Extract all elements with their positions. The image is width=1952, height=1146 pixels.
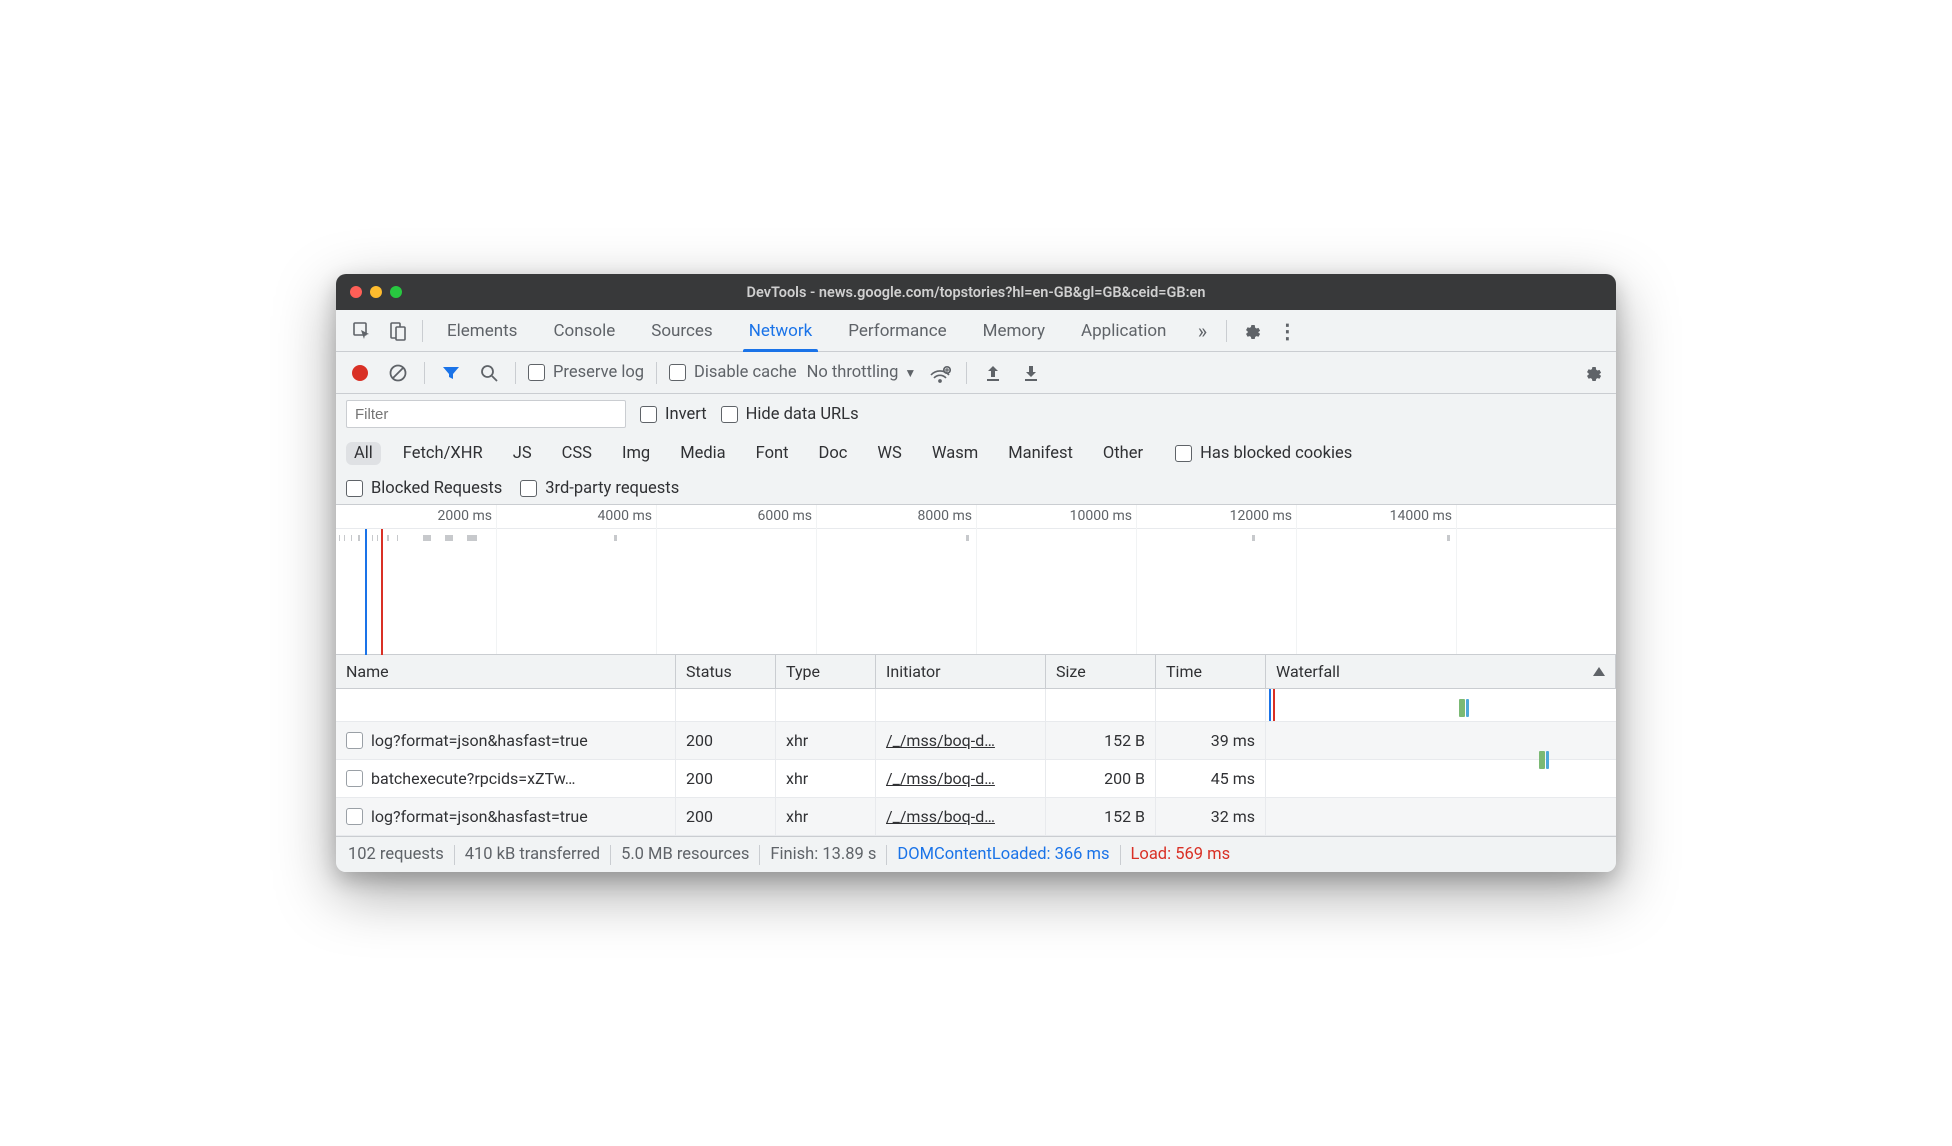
type-all[interactable]: All [346, 442, 381, 465]
clear-icon[interactable] [384, 359, 412, 387]
request-table: log?format=json&hasfast=true 200 xhr /_/… [336, 689, 1616, 836]
filter-icon[interactable] [437, 359, 465, 387]
type-wasm[interactable]: Wasm [924, 442, 986, 465]
table-row[interactable]: log?format=json&hasfast=true 200 xhr /_/… [336, 722, 1616, 760]
table-header: Name Status Type Initiator Size Time Wat… [336, 655, 1616, 689]
titlebar: DevTools - news.google.com/topstories?hl… [336, 274, 1616, 310]
column-name[interactable]: Name [336, 655, 676, 688]
download-har-icon[interactable] [1017, 359, 1045, 387]
network-toolbar: Preserve log Disable cache No throttling… [336, 352, 1616, 394]
throttling-select[interactable]: No throttling ▼ [807, 363, 917, 382]
preserve-log-checkbox[interactable]: Preserve log [528, 363, 644, 382]
type-media[interactable]: Media [672, 442, 733, 465]
column-waterfall[interactable]: Waterfall [1266, 655, 1616, 688]
stat-domcontentloaded: DOMContentLoaded: 366 ms [897, 845, 1109, 864]
invert-checkbox[interactable]: Invert [640, 405, 707, 424]
tab-performance[interactable]: Performance [832, 310, 962, 352]
table-row[interactable]: batchexecute?rpcids=xZTw… 200 xhr /_/mss… [336, 760, 1616, 798]
row-checkbox[interactable] [346, 808, 363, 825]
upload-har-icon[interactable] [979, 359, 1007, 387]
minimize-window-button[interactable] [370, 286, 382, 298]
stat-finish: Finish: 13.89 s [770, 845, 876, 864]
column-initiator[interactable]: Initiator [876, 655, 1046, 688]
more-tabs-icon[interactable]: » [1186, 315, 1218, 347]
inspect-element-icon[interactable] [346, 315, 378, 347]
device-toolbar-icon[interactable] [382, 315, 414, 347]
devtools-window: DevTools - news.google.com/topstories?hl… [336, 274, 1616, 872]
network-conditions-icon[interactable] [926, 359, 954, 387]
timeline-ruler: 2000 ms 4000 ms 6000 ms 8000 ms 10000 ms… [336, 505, 1616, 529]
initiator-link[interactable]: /_/mss/boq-d… [876, 722, 1046, 759]
type-filters: All Fetch/XHR JS CSS Img Media Font Doc … [346, 442, 1606, 465]
stat-requests: 102 requests [348, 845, 444, 864]
type-js[interactable]: JS [505, 442, 540, 465]
tab-network[interactable]: Network [733, 310, 829, 352]
kebab-menu-icon[interactable]: ⋮ [1271, 315, 1303, 347]
network-settings-gear-icon[interactable] [1578, 359, 1606, 387]
initiator-link[interactable]: /_/mss/boq-d… [876, 760, 1046, 797]
stat-load: Load: 569 ms [1131, 845, 1231, 864]
type-ws[interactable]: WS [869, 442, 909, 465]
tab-memory[interactable]: Memory [967, 310, 1061, 352]
column-time[interactable]: Time [1156, 655, 1266, 688]
type-fetch-xhr[interactable]: Fetch/XHR [395, 442, 491, 465]
type-manifest[interactable]: Manifest [1000, 442, 1081, 465]
disable-cache-checkbox[interactable]: Disable cache [669, 363, 797, 382]
row-checkbox[interactable] [346, 732, 363, 749]
main-tabs: Elements Console Sources Network Perform… [336, 310, 1616, 352]
has-blocked-cookies-checkbox[interactable]: Has blocked cookies [1175, 444, 1352, 463]
third-party-checkbox[interactable]: 3rd-party requests [520, 479, 679, 498]
column-size[interactable]: Size [1046, 655, 1156, 688]
hide-data-urls-checkbox[interactable]: Hide data URLs [721, 405, 859, 424]
initiator-link[interactable]: /_/mss/boq-d… [876, 798, 1046, 835]
window-title: DevTools - news.google.com/topstories?hl… [336, 284, 1616, 301]
type-doc[interactable]: Doc [811, 442, 856, 465]
chevron-down-icon: ▼ [904, 366, 916, 380]
type-other[interactable]: Other [1095, 442, 1151, 465]
table-row [336, 689, 1616, 722]
blocked-requests-checkbox[interactable]: Blocked Requests [346, 479, 502, 498]
zoom-window-button[interactable] [390, 286, 402, 298]
table-row[interactable]: log?format=json&hasfast=true 200 xhr /_/… [336, 798, 1616, 836]
type-font[interactable]: Font [748, 442, 797, 465]
timeline-activity [336, 529, 1616, 655]
column-type[interactable]: Type [776, 655, 876, 688]
timeline-overview[interactable]: 2000 ms 4000 ms 6000 ms 8000 ms 10000 ms… [336, 505, 1616, 655]
filter-input[interactable] [346, 400, 626, 428]
filter-bar: Invert Hide data URLs All Fetch/XHR JS C… [336, 394, 1616, 505]
settings-gear-icon[interactable] [1235, 315, 1267, 347]
tab-console[interactable]: Console [537, 310, 631, 352]
record-button[interactable] [346, 359, 374, 387]
status-bar: 102 requests 410 kB transferred 5.0 MB r… [336, 836, 1616, 872]
close-window-button[interactable] [350, 286, 362, 298]
tab-sources[interactable]: Sources [635, 310, 728, 352]
column-status[interactable]: Status [676, 655, 776, 688]
type-img[interactable]: Img [614, 442, 658, 465]
row-checkbox[interactable] [346, 770, 363, 787]
sort-ascending-icon [1593, 667, 1605, 676]
stat-resources: 5.0 MB resources [621, 845, 749, 864]
waterfall-cell [1266, 689, 1616, 721]
stat-transferred: 410 kB transferred [465, 845, 600, 864]
tab-elements[interactable]: Elements [431, 310, 533, 352]
search-icon[interactable] [475, 359, 503, 387]
tab-application[interactable]: Application [1065, 310, 1182, 352]
window-controls [350, 286, 402, 298]
type-css[interactable]: CSS [554, 442, 600, 465]
